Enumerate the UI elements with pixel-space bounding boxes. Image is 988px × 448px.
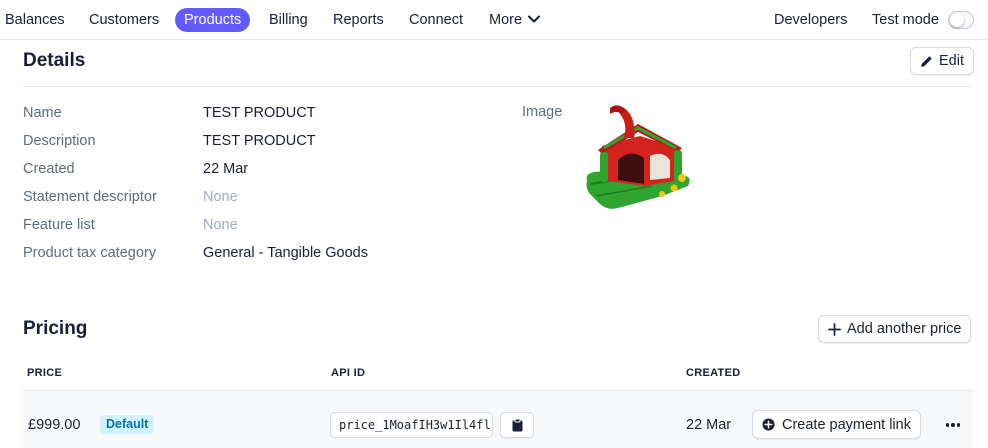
create-payment-link-label: Create payment link [782, 416, 911, 433]
add-another-price-label: Add another price [847, 321, 962, 337]
pricing-title: Pricing [23, 318, 88, 339]
field-label-feature-list: Feature list [23, 217, 95, 233]
chevron-down-icon [528, 15, 541, 23]
product-image [586, 105, 690, 209]
create-payment-link-button[interactable]: Create payment link [752, 410, 921, 439]
field-label-tax-category: Product tax category [23, 245, 156, 261]
field-label-name: Name [23, 105, 62, 121]
nav-connect[interactable]: Connect [409, 8, 463, 32]
top-nav: Balances Customers Products Billing Repo… [0, 0, 988, 40]
field-label-description: Description [23, 133, 96, 149]
nav-reports[interactable]: Reports [333, 8, 384, 32]
field-value-description: TEST PRODUCT [203, 133, 316, 149]
clipboard-icon [512, 418, 522, 431]
nav-balances[interactable]: Balances [5, 8, 65, 32]
row-more-options-icon[interactable] [941, 415, 965, 435]
plus-circle-icon [762, 418, 775, 431]
test-mode-label: Test mode [872, 12, 939, 28]
image-label: Image [522, 104, 563, 120]
field-label-statement-descriptor: Statement descriptor [23, 189, 157, 205]
column-header-api-id: API ID [331, 367, 366, 379]
nav-customers[interactable]: Customers [89, 8, 159, 32]
details-title: Details [23, 50, 86, 71]
created-value: 22 Mar [686, 417, 732, 433]
pricing-table-header: PRICE API ID CREATED [23, 355, 973, 391]
nav-products[interactable]: Products [175, 8, 251, 32]
api-id-field[interactable]: price_1MoafIH3w1Il4fl [330, 412, 493, 438]
field-value-feature-list: None [203, 217, 238, 233]
edit-button[interactable]: Edit [910, 47, 974, 75]
nav-developers[interactable]: Developers [774, 8, 847, 32]
field-label-created: Created [23, 161, 75, 177]
nav-billing[interactable]: Billing [269, 8, 308, 32]
details-divider [23, 86, 973, 87]
pencil-icon [921, 55, 932, 67]
column-header-price: PRICE [27, 367, 63, 379]
field-value-name: TEST PRODUCT [203, 105, 316, 121]
add-another-price-button[interactable]: Add another price [818, 315, 972, 343]
plus-icon [828, 322, 841, 336]
field-value-created: 22 Mar [203, 161, 249, 177]
table-row[interactable]: £999.00 Default price_1MoafIH3w1Il4fl 22… [23, 391, 973, 448]
test-mode-toggle[interactable] [948, 11, 974, 29]
toggle-knob [950, 13, 964, 27]
column-header-created: CREATED [686, 367, 741, 379]
edit-button-label: Edit [939, 53, 964, 69]
nav-more-label: More [489, 12, 523, 28]
field-value-statement-descriptor: None [203, 189, 238, 205]
field-value-tax-category: General - Tangible Goods [203, 245, 368, 261]
default-badge: Default [100, 415, 155, 434]
copy-api-id-button[interactable] [500, 412, 534, 438]
price-value: £999.00 [28, 417, 81, 433]
nav-more[interactable]: More [489, 8, 541, 32]
